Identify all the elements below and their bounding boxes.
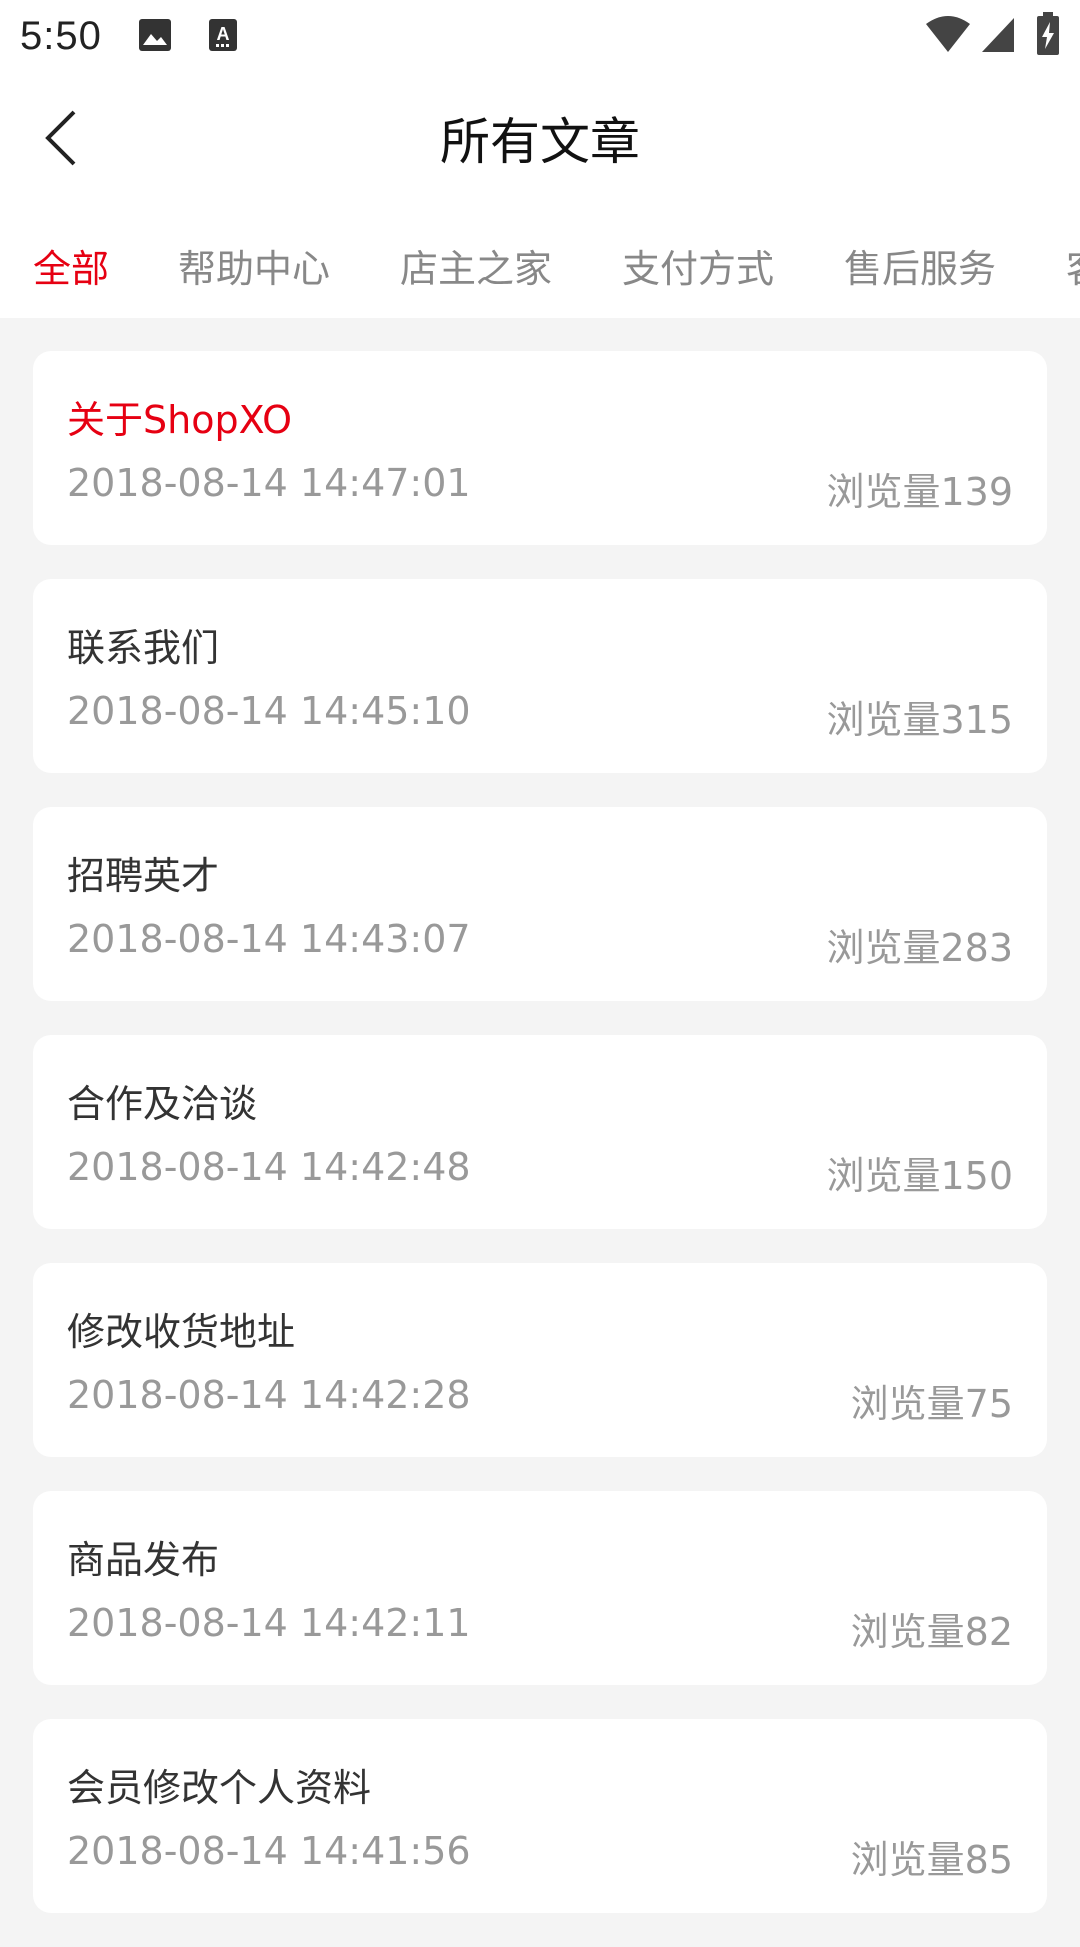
wifi-icon <box>926 16 970 52</box>
article-card[interactable]: 合作及洽谈 2018-08-14 14:42:48 浏览量150 <box>33 1035 1047 1229</box>
article-card[interactable]: 关于ShopXO 2018-08-14 14:47:01 浏览量139 <box>33 351 1047 545</box>
page-title: 所有文章 <box>440 113 640 171</box>
tab-payment-methods[interactable]: 支付方式 <box>622 238 774 293</box>
page-header: 所有文章 <box>0 72 1080 200</box>
article-title: 联系我们 <box>67 626 220 670</box>
status-bar: 5:50 A <box>0 0 1080 72</box>
article-views: 浏览量82 <box>850 1610 1013 1654</box>
article-views: 浏览量150 <box>826 1154 1013 1198</box>
article-card[interactable]: 联系我们 2018-08-14 14:45:10 浏览量315 <box>33 579 1047 773</box>
article-views: 浏览量75 <box>850 1382 1013 1426</box>
tab-after-sales[interactable]: 售后服务 <box>844 238 996 293</box>
tab-all[interactable]: 全部 <box>33 238 109 293</box>
article-views: 浏览量85 <box>850 1838 1013 1882</box>
image-icon <box>139 19 171 51</box>
article-card[interactable]: 修改收货地址 2018-08-14 14:42:28 浏览量75 <box>33 1263 1047 1457</box>
article-views: 浏览量139 <box>826 470 1013 514</box>
battery-charging-icon <box>1037 12 1059 55</box>
status-time: 5:50 <box>20 14 102 58</box>
article-date: 2018-08-14 14:42:11 <box>67 1601 471 1645</box>
article-date: 2018-08-14 14:42:48 <box>67 1145 471 1189</box>
article-date: 2018-08-14 14:41:56 <box>67 1829 471 1873</box>
tab-partial[interactable]: 客 <box>1066 238 1080 293</box>
article-title: 修改收货地址 <box>67 1310 296 1354</box>
article-title: 合作及洽谈 <box>67 1082 258 1126</box>
article-title: 商品发布 <box>67 1538 220 1582</box>
article-date: 2018-08-14 14:47:01 <box>67 461 471 505</box>
article-card[interactable]: 商品发布 2018-08-14 14:42:11 浏览量82 <box>33 1491 1047 1685</box>
article-title: 关于ShopXO <box>67 398 293 442</box>
article-card[interactable]: 招聘英才 2018-08-14 14:43:07 浏览量283 <box>33 807 1047 1001</box>
svg-text:A: A <box>217 24 230 44</box>
article-title: 招聘英才 <box>67 854 220 898</box>
article-date: 2018-08-14 14:42:28 <box>67 1373 471 1417</box>
keyboard-icon: A <box>209 19 237 51</box>
article-views: 浏览量283 <box>826 926 1013 970</box>
article-date: 2018-08-14 14:43:07 <box>67 917 471 961</box>
tab-shop-owner-home[interactable]: 店主之家 <box>400 238 552 293</box>
article-date: 2018-08-14 14:45:10 <box>67 689 471 733</box>
category-tabs: 全部 帮助中心 店主之家 支付方式 售后服务 客 <box>0 200 1080 318</box>
signal-icon <box>982 18 1014 52</box>
article-list: 关于ShopXO 2018-08-14 14:47:01 浏览量139 联系我们… <box>33 351 1047 1947</box>
tab-help-center[interactable]: 帮助中心 <box>178 238 330 293</box>
article-card[interactable]: 会员修改个人资料 2018-08-14 14:41:56 浏览量85 <box>33 1719 1047 1913</box>
article-title: 会员修改个人资料 <box>67 1766 372 1810</box>
article-views: 浏览量315 <box>826 698 1013 742</box>
